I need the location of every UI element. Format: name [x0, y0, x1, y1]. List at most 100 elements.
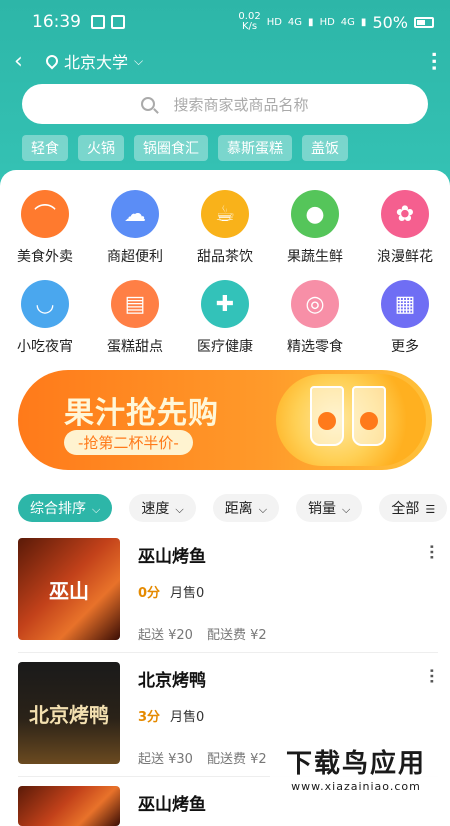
- list-icon: ☰: [425, 503, 436, 516]
- shop-thumbnail: 巫山: [18, 538, 120, 640]
- shop-name: 北京烤鸭: [138, 671, 206, 691]
- divider: [18, 652, 438, 653]
- promo-banner[interactable]: 果汁抢先购 -抢第二杯半价-: [18, 370, 432, 470]
- category-label: 商超便利: [107, 249, 163, 265]
- chevron-down-icon: ⌵: [175, 503, 184, 516]
- top-navigation: ‹ 北京大学 ⌵ ···: [0, 44, 450, 78]
- tag-item[interactable]: 盖饭: [302, 135, 348, 161]
- sort-chip[interactable]: 全部 ☰: [379, 494, 448, 522]
- category-label: 医疗健康: [197, 339, 253, 355]
- more-options-icon[interactable]: ···: [423, 668, 439, 684]
- cake-icon: ▤: [111, 280, 159, 328]
- status-time: 16:39: [32, 12, 81, 32]
- shop-monthly-sales: 月售0: [170, 710, 205, 725]
- category-label: 甜品茶饮: [197, 249, 253, 265]
- status-bar: 16:39 0.02 K/s HD 4G ▮ HD 4G ▮ 50%: [0, 0, 450, 44]
- category-item[interactable]: ⌒ 美食外卖: [0, 190, 90, 266]
- battery-percent: 50%: [372, 12, 408, 32]
- juice-cup-icon: [310, 386, 344, 446]
- watermark-title: 下载鸟应用: [285, 749, 426, 779]
- category-label: 精选零食: [287, 339, 343, 355]
- category-item[interactable]: ✿ 浪漫鲜花: [360, 190, 450, 266]
- hd-indicator-2: HD: [319, 16, 335, 28]
- more-options-icon[interactable]: ···: [423, 544, 439, 560]
- category-label: 小吃夜宵: [17, 339, 73, 355]
- sort-label: 综合排序: [30, 501, 86, 517]
- banner-title: 果汁抢先购: [64, 396, 219, 431]
- app-notification-icon: [111, 15, 125, 29]
- location-name: 北京大学: [64, 53, 129, 72]
- signal-icon: ▮: [308, 16, 314, 28]
- shop-item[interactable]: 巫山 巫山烤鱼 ··· 0分 月售0 起送 ¥20 配送费 ¥2: [18, 538, 439, 662]
- tomato-icon: ●: [291, 190, 339, 238]
- sort-filter-bar: 综合排序 ⌵ 速度 ⌵ 距离 ⌵ 销量 ⌵ 全部 ☰: [18, 494, 448, 522]
- search-input[interactable]: 搜索商家或商品名称: [22, 84, 428, 124]
- sort-label: 全部: [391, 501, 420, 517]
- watermark-logo: 下载鸟应用 www.xiazainiao.com: [270, 738, 442, 798]
- banner-subtitle: -抢第二杯半价-: [64, 430, 193, 455]
- noodle-bowl-icon: ◡: [21, 280, 69, 328]
- battery-icon: [414, 16, 434, 28]
- first-aid-kit-icon: ✚: [201, 280, 249, 328]
- category-item[interactable]: ▦ 更多: [360, 280, 450, 356]
- min-order: 起送 ¥20: [138, 628, 193, 643]
- sort-label: 速度: [141, 501, 170, 517]
- tag-item[interactable]: 慕斯蛋糕: [218, 135, 292, 161]
- tag-item[interactable]: 锅圈食汇: [134, 135, 208, 161]
- shop-rating: 3分: [138, 710, 161, 725]
- tag-item[interactable]: 火锅: [78, 135, 124, 161]
- thumbnail-text: 北京烤鸭: [29, 702, 109, 727]
- location-selector[interactable]: 北京大学 ⌵: [43, 49, 143, 73]
- shop-thumbnail: 北京烤鸭: [18, 662, 120, 764]
- juice-cup-icon: [352, 386, 386, 446]
- sort-label: 距离: [224, 501, 253, 517]
- network-speed-unit: K/s: [241, 21, 258, 32]
- category-item[interactable]: ☁ 商超便利: [90, 190, 180, 266]
- shop-name: 巫山烤鱼: [138, 547, 206, 567]
- sort-chip[interactable]: 距离 ⌵: [212, 494, 280, 522]
- category-item[interactable]: ☕ 甜品茶饮: [180, 190, 270, 266]
- category-label: 更多: [391, 339, 419, 355]
- shop-rating: 0分: [138, 586, 161, 601]
- category-item[interactable]: ✚ 医疗健康: [180, 280, 270, 356]
- min-order: 起送 ¥30: [138, 752, 193, 767]
- location-pin-icon: [43, 52, 61, 70]
- orange-juice-image: [276, 374, 426, 466]
- notification-icons: [91, 15, 125, 29]
- network-4g-indicator-2: 4G: [340, 16, 355, 28]
- search-icon: [141, 97, 156, 111]
- cupcake-icon: ☁: [111, 190, 159, 238]
- shop-monthly-sales: 月售0: [170, 586, 205, 601]
- sort-label: 销量: [308, 501, 337, 517]
- delivery-fee: 配送费 ¥2: [206, 628, 267, 643]
- more-options-icon[interactable]: ···: [423, 51, 444, 72]
- gallery-icon: [91, 15, 105, 29]
- sort-chip[interactable]: 速度 ⌵: [129, 494, 196, 522]
- hd-indicator: HD: [266, 16, 282, 28]
- category-item[interactable]: ● 果蔬生鲜: [270, 190, 360, 266]
- cup-icon: ☕: [201, 190, 249, 238]
- category-item[interactable]: ◡ 小吃夜宵: [0, 280, 90, 356]
- back-arrow-icon[interactable]: ‹: [14, 49, 38, 74]
- grid-icon: ▦: [381, 280, 429, 328]
- watermark-url: www.xiazainiao.com: [291, 780, 421, 793]
- status-indicators: 0.02 K/s HD 4G ▮ HD 4G ▮ 50%: [238, 12, 434, 32]
- category-item[interactable]: ▤ 蛋糕甜点: [90, 280, 180, 356]
- tag-item[interactable]: 轻食: [22, 135, 68, 161]
- category-item[interactable]: ◎ 精选零食: [270, 280, 360, 356]
- category-label: 浪漫鲜花: [377, 249, 433, 265]
- sort-chip[interactable]: 销量 ⌵: [296, 494, 363, 522]
- cloche-icon: ⌒: [21, 190, 69, 238]
- hot-search-tags: 轻食 火锅 锅圈食汇 慕斯蛋糕 盖饭: [22, 135, 348, 161]
- thumbnail-text: 巫山: [49, 578, 89, 603]
- category-label: 美食外卖: [17, 249, 73, 265]
- chevron-down-icon: ⌵: [342, 503, 351, 516]
- category-label: 蛋糕甜点: [107, 339, 163, 355]
- shop-name: 巫山烤鱼: [138, 795, 206, 815]
- category-grid: ⌒ 美食外卖 ☁ 商超便利 ☕ 甜品茶饮 ● 果蔬生鲜 ✿ 浪漫鲜花 ◡ 小吃夜宵 ▤ 蛋糕甜点 ✚ 医疗健康…: [0, 190, 450, 356]
- flower-pot-icon: ✿: [381, 190, 429, 238]
- sort-chip[interactable]: 综合排序 ⌵: [18, 494, 113, 522]
- delivery-fee: 配送费 ¥2: [206, 752, 267, 767]
- shop-thumbnail: [18, 786, 120, 826]
- chevron-down-icon: ⌵: [92, 503, 101, 516]
